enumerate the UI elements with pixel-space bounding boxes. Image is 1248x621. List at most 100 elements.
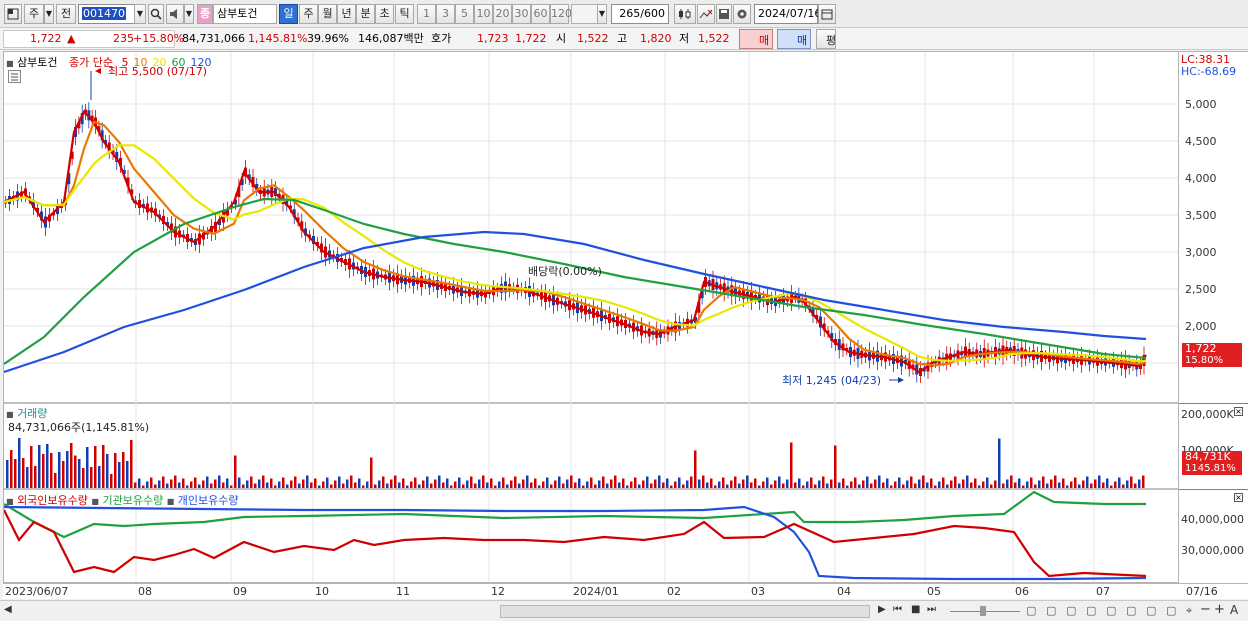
window-layout-icon[interactable]: ▢ (1086, 604, 1096, 617)
chart-area[interactable]: 최고 5,500 (07/17) 최저 1,245 (04/23) 배당락(0.… (3, 51, 1179, 583)
window-layout-icon[interactable]: ▢ (1146, 604, 1156, 617)
volume-bar (474, 483, 477, 488)
change-arrow-icon: ▲ (67, 32, 76, 45)
window-layout-icon[interactable]: ▢ (1106, 604, 1116, 617)
stop-icon[interactable]: ■ (911, 604, 920, 615)
compare-icon[interactable] (697, 4, 715, 24)
interval-button-6[interactable]: 60 (531, 4, 550, 24)
gear-icon[interactable] (733, 4, 751, 24)
volume-bar (438, 475, 441, 488)
period-button-1[interactable]: 주 (299, 4, 318, 24)
interval-button-5[interactable]: 30 (512, 4, 531, 24)
scroll-bar[interactable]: ◀ ▶ ⏮ ■ ⏭ ▢ ▢ ▢ ▢ ▢ ▢ ▢ ▢ ⌖ − + A (0, 600, 1248, 621)
period-button-2[interactable]: 월 (318, 4, 337, 24)
calendar-icon[interactable] (818, 4, 836, 24)
volume-bar (478, 479, 481, 488)
volume-bar (734, 476, 737, 488)
buy-button[interactable]: 매수 (739, 29, 773, 63)
volume-bar (302, 479, 305, 488)
volume-bar (102, 445, 105, 488)
volume-bar (966, 475, 969, 488)
window-icon[interactable] (4, 4, 22, 24)
x-tick: 02 (667, 585, 681, 598)
sell-button[interactable]: 매도 (777, 29, 811, 63)
date-input[interactable]: 2024/07/16 (754, 4, 821, 24)
window-layout-icon[interactable]: ▢ (1026, 604, 1036, 617)
font-size-icon[interactable]: A (1230, 603, 1238, 617)
volume-bar (774, 480, 777, 488)
mode-select-button[interactable]: 주 (24, 4, 44, 24)
zoom-out-icon[interactable]: − (1200, 602, 1211, 617)
interval-button-4[interactable]: 20 (493, 4, 512, 24)
low-value: 1,522 (698, 32, 730, 45)
volume-bar (518, 483, 521, 488)
count-input[interactable]: 265/600 (611, 4, 669, 24)
close-icon[interactable]: × (1234, 407, 1243, 416)
y-divider (1179, 403, 1248, 404)
scroll-thumb[interactable] (500, 605, 870, 618)
interval-button-3[interactable]: 10 (474, 4, 493, 24)
volume-bar (822, 476, 825, 488)
volume-bar (610, 479, 613, 488)
volume-bar (402, 478, 405, 488)
volume-bar (1046, 483, 1049, 488)
price-tick: 3,500 (1185, 209, 1217, 222)
volume-bar (1074, 477, 1077, 488)
volume-bar (1130, 476, 1133, 488)
crosshair-icon[interactable]: ⌖ (1186, 604, 1192, 618)
window-layout-icon[interactable]: ▢ (1066, 604, 1076, 617)
prev-button[interactable]: 전 (56, 4, 76, 24)
zoom-handle[interactable] (980, 606, 986, 616)
volume-value: 84,731,066 (182, 32, 245, 45)
x-tick: 05 (927, 585, 941, 598)
volume-bar (974, 478, 977, 488)
volume-bar (346, 479, 349, 488)
scroll-right-icon[interactable]: ▶ (878, 604, 886, 615)
forward-icon[interactable]: ⏭ (927, 604, 936, 615)
volume-bar (186, 485, 189, 488)
volume-bar (142, 485, 145, 488)
speaker-dropdown-icon[interactable]: ▼ (184, 4, 194, 24)
window-layout-icon[interactable]: ▢ (1126, 604, 1136, 617)
legend-institution: 기관보유수량 (102, 494, 164, 507)
close-icon[interactable]: × (1234, 493, 1243, 502)
ma-legend-20: 20 (152, 56, 167, 69)
interval-button-7[interactable]: 120 (550, 4, 572, 24)
volume-marker-pct: 1145.81% (1182, 463, 1242, 475)
candle-type-icon[interactable] (674, 4, 696, 24)
mode-dropdown-icon[interactable]: ▼ (44, 4, 54, 24)
volume-bar (1018, 478, 1021, 488)
volume-bar (510, 480, 513, 488)
rewind-icon[interactable]: ⏮ (893, 604, 902, 615)
period-button-0[interactable]: 일 (279, 4, 298, 24)
speaker-icon[interactable] (166, 4, 184, 24)
period-button-5[interactable]: 초 (375, 4, 394, 24)
volume-bar (798, 478, 801, 488)
volume-bar (282, 477, 285, 488)
save-icon[interactable] (716, 4, 732, 24)
interval-button-2[interactable]: 5 (455, 4, 474, 24)
volume-bar (794, 482, 797, 488)
period-button-6[interactable]: 틱 (395, 4, 414, 24)
zoom-in-icon[interactable]: + (1214, 602, 1225, 617)
volume-bar (858, 484, 861, 488)
scroll-left-icon[interactable]: ◀ (4, 604, 12, 615)
volume-bar (34, 466, 37, 488)
interval-button-0[interactable]: 1 (417, 4, 436, 24)
calculator-icon[interactable] (8, 70, 21, 83)
window-layout-icon[interactable]: ▢ (1166, 604, 1176, 617)
volume-bar (490, 478, 493, 488)
interval-button-1[interactable]: 3 (436, 4, 455, 24)
volume-bar (522, 479, 525, 488)
code-dropdown-icon[interactable]: ▼ (134, 4, 146, 24)
eval-button[interactable]: 평 (816, 29, 836, 49)
search-icon[interactable] (148, 4, 164, 24)
volume-bar (26, 467, 29, 488)
window-layout-icon[interactable]: ▢ (1046, 604, 1056, 617)
period-button-4[interactable]: 분 (356, 4, 375, 24)
period-button-3[interactable]: 년 (337, 4, 356, 24)
stock-code-input[interactable]: 001470 (78, 4, 136, 24)
interval-dropdown-icon[interactable]: ▼ (597, 4, 607, 24)
x-tick: 06 (1015, 585, 1029, 598)
volume-bar (154, 484, 157, 488)
